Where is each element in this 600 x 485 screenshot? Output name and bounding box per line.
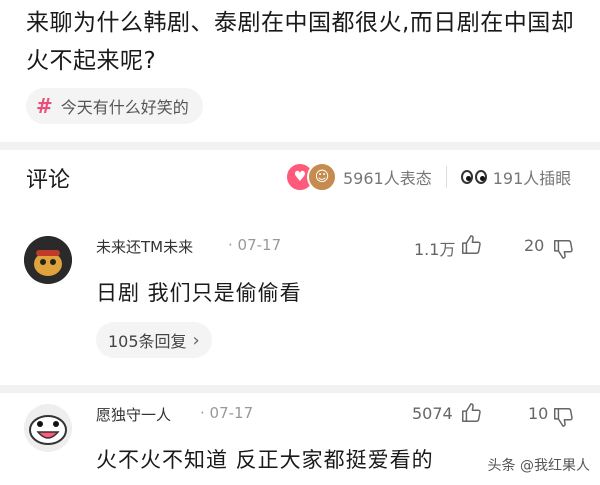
replies-button[interactable]: 105条回复 › xyxy=(96,322,212,358)
reaction-summary[interactable]: ♥ ☺ 5961人表态 191人插眼 xyxy=(285,162,571,192)
face-reaction-icon: ☺ xyxy=(307,162,337,192)
dislike-count: 20 xyxy=(524,236,545,255)
header-separator xyxy=(445,166,447,188)
eyes-icon xyxy=(460,170,487,184)
dislike-count: 10 xyxy=(528,404,549,423)
like-count: 5074 xyxy=(412,404,453,423)
comments-title: 评论 xyxy=(26,168,71,193)
watermark: 头条 @我红果人 xyxy=(487,455,590,475)
comments-header: 评论 ♥ ☺ 5961人表态 191人插眼 xyxy=(0,150,600,206)
comment-text: 日剧 我们只是偷偷看 xyxy=(96,281,302,305)
comment-divider xyxy=(0,385,600,393)
hashtag-icon: # xyxy=(36,94,53,118)
thumbs-up-icon[interactable] xyxy=(460,234,482,256)
section-divider xyxy=(0,142,600,150)
avatar[interactable] xyxy=(24,236,72,284)
post-title: 来聊为什么韩剧、泰剧在中国都很火,而日剧在中国却火不起来呢? xyxy=(26,10,575,74)
thumbs-down-icon[interactable] xyxy=(552,238,574,260)
thumbs-down-icon[interactable] xyxy=(552,406,574,428)
reaction-count: 5961人表态 xyxy=(343,169,432,188)
comment-username[interactable]: 愿独守一人 xyxy=(96,404,171,425)
comment-text: 火不火不知道 反正大家都挺爱看的 xyxy=(96,448,434,472)
thumbs-up-icon[interactable] xyxy=(460,402,482,424)
comment-username[interactable]: 未来还TM未来 xyxy=(96,236,193,257)
topic-chip[interactable]: # 今天有什么好笑的 xyxy=(26,88,203,124)
topic-label: 今天有什么好笑的 xyxy=(60,98,189,117)
avatar[interactable] xyxy=(24,404,72,452)
replies-label: 105条回复 xyxy=(108,332,187,351)
eye-count: 191人插眼 xyxy=(492,169,572,188)
comment-date: · 07-17 xyxy=(200,404,254,422)
comment-date: · 07-17 xyxy=(228,236,282,254)
chevron-right-icon: › xyxy=(192,329,200,351)
like-count: 1.1万 xyxy=(414,240,456,259)
